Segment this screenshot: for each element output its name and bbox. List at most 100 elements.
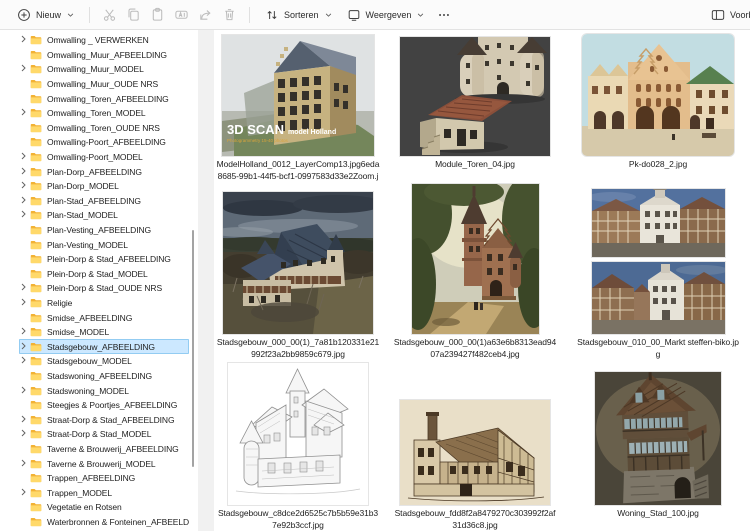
file-item[interactable]: Stadsgebouw_c8dce2d6525c7b5b59e31b37e92b… xyxy=(214,360,382,531)
sidebar-item-trappen-afbeelding[interactable]: Trappen_AFBEELDING xyxy=(19,471,189,486)
chevron-right-icon[interactable] xyxy=(19,283,30,293)
sidebar-item-stadswoning-model[interactable]: Stadswoning_MODEL xyxy=(19,383,189,398)
sort-arrows-icon xyxy=(265,8,279,22)
sidebar-item-omwalling-toren-oude-nrs[interactable]: Omwalling_Toren_OUDE NRS xyxy=(19,121,189,136)
sidebar-item-taverne-brouwerij-afbeelding[interactable]: Taverne & Brouwerij_AFBEELDING xyxy=(19,442,189,457)
more-button[interactable] xyxy=(432,3,455,27)
chevron-right-icon[interactable] xyxy=(19,298,30,308)
thumbnail-sepia-drawing xyxy=(400,400,550,505)
file-item[interactable]: Woning_Stad_100.jpg xyxy=(568,360,748,531)
sidebar-item-label: Taverne & Brouwerij_AFBEELDING xyxy=(47,444,189,454)
file-item[interactable]: Stadsgebouw_fdd8f2a8479270c303992f2af31d… xyxy=(382,360,568,531)
sidebar-item-omwalling-poort-model[interactable]: Omwalling-Poort_MODEL xyxy=(19,150,189,165)
sidebar-item-label: Steegjes & Poortjes_AFBEELDING xyxy=(47,400,189,410)
new-button[interactable]: Nieuw xyxy=(10,3,81,27)
paste-button[interactable] xyxy=(146,3,169,27)
sidebar-item-label: Stadsgebouw_AFBEELDING xyxy=(47,342,189,352)
sidebar-item-plan-vesting-afbeelding[interactable]: Plan-Vesting_AFBEELDING xyxy=(19,223,189,238)
file-name: Stadsgebouw_fdd8f2a8479270c303992f2af31d… xyxy=(393,508,557,531)
folder-icon xyxy=(30,356,42,366)
folder-icon xyxy=(30,473,42,483)
copy-button[interactable] xyxy=(122,3,145,27)
file-item[interactable]: Stadsgebouw_010_00_Markt steffen-biko.jp… xyxy=(568,182,748,360)
thumbnail-woning-render xyxy=(595,372,721,505)
sidebar-item-plan-stad-model[interactable]: Plan-Stad_MODEL xyxy=(19,208,189,223)
folder-icon xyxy=(30,167,42,177)
sidebar-item-straat-dorp-stad-afbeelding[interactable]: Straat-Dorp & Stad_AFBEELDING xyxy=(19,412,189,427)
sidebar-item-plein-dorp-stad-model[interactable]: Plein-Dorp & Stad_MODEL xyxy=(19,267,189,282)
folder-icon xyxy=(30,400,42,410)
chevron-right-icon[interactable] xyxy=(19,327,30,337)
sidebar-item-label: Taverne & Brouwerij_MODEL xyxy=(47,459,189,469)
sidebar-item-plan-vesting-model[interactable]: Plan-Vesting_MODEL xyxy=(19,237,189,252)
delete-button[interactable] xyxy=(218,3,241,27)
chevron-right-icon[interactable] xyxy=(19,152,30,162)
chevron-right-icon[interactable] xyxy=(19,488,30,498)
sidebar-item-label: Plan-Dorp_AFBEELDING xyxy=(47,167,189,177)
sidebar-item-plan-dorp-model[interactable]: Plan-Dorp_MODEL xyxy=(19,179,189,194)
view-button[interactable]: Weergeven xyxy=(340,3,432,27)
sidebar-item-stadsgebouw-afbeelding[interactable]: Stadsgebouw_AFBEELDING xyxy=(19,339,189,354)
sidebar-item-waterbronnen-fonteinen-afbeelding[interactable]: Waterbronnen & Fonteinen_AFBEELDING xyxy=(19,515,189,530)
navigation-pane: Omwalling _ VERWERKEN Omwalling_Muur_AFB… xyxy=(0,30,197,531)
sidebar-scrollbar[interactable] xyxy=(192,230,194,467)
sidebar-item-omwalling-poort-afbeelding[interactable]: Omwalling-Poort_AFBEELDING xyxy=(19,135,189,150)
sidebar-item-trappen-model[interactable]: Trappen_MODEL xyxy=(19,485,189,500)
chevron-right-icon[interactable] xyxy=(19,356,30,366)
sidebar-item-plan-dorp-afbeelding[interactable]: Plan-Dorp_AFBEELDING xyxy=(19,164,189,179)
chevron-right-icon[interactable] xyxy=(19,35,30,45)
chevron-right-icon[interactable] xyxy=(19,64,30,74)
sidebar-item-straat-dorp-stad-model[interactable]: Straat-Dorp & Stad_MODEL xyxy=(19,427,189,442)
chevron-right-icon[interactable] xyxy=(19,210,30,220)
sidebar-item-omwalling-verwerken[interactable]: Omwalling _ VERWERKEN xyxy=(19,33,189,48)
chevron-right-icon[interactable] xyxy=(19,167,30,177)
sidebar-item-omwalling-toren-model[interactable]: Omwalling_Toren_MODEL xyxy=(19,106,189,121)
file-item[interactable]: Module_Toren_04.jpg xyxy=(382,30,568,182)
file-item[interactable]: 3D SCAN model Holland Photogrammetry 15-… xyxy=(214,30,382,182)
sidebar-item-omwalling-muur-afbeelding[interactable]: Omwalling_Muur_AFBEELDING xyxy=(19,48,189,63)
chevron-right-icon[interactable] xyxy=(19,196,30,206)
sidebar-item-steegjes-poortjes-afbeelding[interactable]: Steegjes & Poortjes_AFBEELDING xyxy=(19,398,189,413)
overlay-title: 3D SCAN xyxy=(227,122,284,137)
sidebar-item-label: Stadswoning_MODEL xyxy=(47,386,189,396)
chevron-down-icon xyxy=(67,13,74,17)
sidebar-item-label: Straat-Dorp & Stad_AFBEELDING xyxy=(47,415,189,425)
folder-icon xyxy=(30,79,42,89)
sidebar-item-plan-stad-afbeelding[interactable]: Plan-Stad_AFBEELDING xyxy=(19,194,189,209)
sidebar-item-label: Smidse_MODEL xyxy=(47,327,189,337)
sidebar-item-vegetatie-en-rotsen[interactable]: Vegetatie en Rotsen xyxy=(19,500,189,515)
share-button[interactable] xyxy=(194,3,217,27)
sidebar-item-plein-dorp-stad-afbeelding[interactable]: Plein-Dorp & Stad_AFBEELDING xyxy=(19,252,189,267)
sidebar-item-omwalling-muur-oude-nrs[interactable]: Omwalling_Muur_OUDE NRS xyxy=(19,77,189,92)
file-name: Pk-do028_2.jpg xyxy=(576,159,740,171)
chevron-right-icon[interactable] xyxy=(19,415,30,425)
sidebar-item-stadswoning-afbeelding[interactable]: Stadswoning_AFBEELDING xyxy=(19,369,189,384)
sidebar-item-omwalling-muur-model[interactable]: Omwalling_Muur_MODEL xyxy=(19,62,189,77)
chevron-right-icon[interactable] xyxy=(19,429,30,439)
chevron-right-icon[interactable] xyxy=(19,108,30,118)
folder-icon xyxy=(30,488,42,498)
sidebar-item-religie[interactable]: Religie xyxy=(19,296,189,311)
file-item[interactable]: Stadsgebouw_000_00(1)_7a81b120331e21992f… xyxy=(214,182,382,360)
sidebar-item-taverne-brouwerij-model[interactable]: Taverne & Brouwerij_MODEL xyxy=(19,456,189,471)
preview-button-label: Voorbeeld xyxy=(730,10,750,20)
sort-button[interactable]: Sorteren xyxy=(258,3,339,27)
chevron-right-icon[interactable] xyxy=(19,386,30,396)
chevron-right-icon[interactable] xyxy=(19,181,30,191)
chevron-right-icon[interactable] xyxy=(19,342,30,352)
sidebar-item-label: Plan-Dorp_MODEL xyxy=(47,181,189,191)
sidebar-item-plein-dorp-stad-oude-nrs[interactable]: Plein-Dorp & Stad_OUDE NRS xyxy=(19,281,189,296)
preview-button[interactable]: Voorbeeld xyxy=(704,3,750,27)
rename-button[interactable] xyxy=(170,3,193,27)
thumbnail-module-toren xyxy=(400,37,550,156)
sidebar-item-smidse-model[interactable]: Smidse_MODEL xyxy=(19,325,189,340)
file-item[interactable]: Pk-do028_2.jpg xyxy=(568,30,748,182)
cut-button[interactable] xyxy=(98,3,121,27)
chevron-right-icon[interactable] xyxy=(19,459,30,469)
sidebar-item-omwalling-toren-afbeelding[interactable]: Omwalling_Toren_AFBEELDING xyxy=(19,91,189,106)
sidebar-item-label: Waterbronnen & Fonteinen_AFBEELDING xyxy=(47,517,189,527)
sidebar-item-stadsgebouw-model[interactable]: Stadsgebouw_MODEL xyxy=(19,354,189,369)
sidebar-item-smidse-afbeelding[interactable]: Smidse_AFBEELDING xyxy=(19,310,189,325)
file-name: ModelHolland_0012_LayerComp13.jpg6eda868… xyxy=(216,159,380,182)
file-item[interactable]: Stadsgebouw_000_00(1)a63e6b8313ead9407a2… xyxy=(382,182,568,360)
